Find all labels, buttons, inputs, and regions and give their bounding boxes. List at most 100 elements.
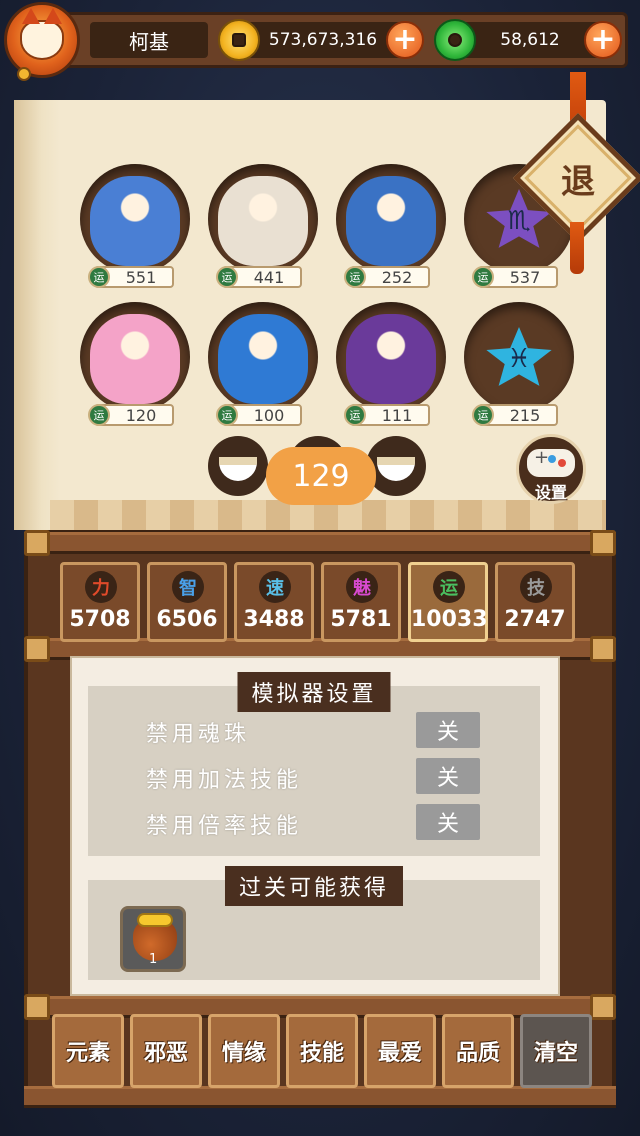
- stat-value: 3488: [243, 607, 305, 632]
- filter-button[interactable]: 情缘: [208, 1014, 280, 1088]
- simulator-settings-section: 模拟器设置 禁用魂珠 关 禁用加法技能 关 禁用倍率技能 关: [88, 672, 540, 856]
- character-portrait: [90, 176, 180, 266]
- luck-badge: 运 537: [472, 266, 558, 288]
- disable-soul-orb-toggle[interactable]: 关: [416, 712, 480, 748]
- gold-coin-icon: [218, 19, 260, 61]
- character-slot[interactable]: 运 252: [332, 164, 450, 294]
- fox-mask-icon: [20, 8, 64, 60]
- stat-tab[interactable]: 运 10033: [408, 562, 488, 642]
- brass-corner: [24, 636, 50, 662]
- luck-icon: 运: [344, 266, 366, 288]
- luck-value: 551: [125, 267, 157, 287]
- filter-button[interactable]: 最爱: [364, 1014, 436, 1088]
- cabinet-trim: [24, 532, 616, 554]
- character-slot[interactable]: ♓ 运 215: [460, 302, 578, 432]
- luck-badge: 运 252: [344, 266, 430, 288]
- option-label: 禁用倍率技能: [146, 814, 303, 839]
- simulator-title: 模拟器设置: [237, 672, 391, 712]
- character-portrait: [90, 314, 180, 404]
- simulator-panel: 模拟器设置 禁用魂珠 关 禁用加法技能 关 禁用倍率技能 关 过关可能获得 1: [70, 656, 560, 996]
- player-name: 柯基: [90, 22, 208, 58]
- gold-coins-icon: [137, 913, 173, 927]
- reward-count: 1: [149, 952, 158, 967]
- settings-button[interactable]: 设置: [516, 434, 586, 504]
- filter-button[interactable]: 品质: [442, 1014, 514, 1088]
- luck-icon: 运: [472, 266, 494, 288]
- add-gold-button[interactable]: +: [386, 21, 424, 59]
- player-avatar[interactable]: [4, 2, 80, 81]
- rice-bowl-icon[interactable]: [208, 436, 268, 496]
- stat-value: 10033: [411, 607, 488, 632]
- filter-button[interactable]: 技能: [286, 1014, 358, 1088]
- gamepad-icon: [527, 447, 575, 477]
- filter-button[interactable]: 邪恶: [130, 1014, 202, 1088]
- disable-multiplier-skill-toggle[interactable]: 关: [416, 804, 480, 840]
- luck-badge: 运 100: [216, 404, 302, 426]
- luck-badge: 运 215: [472, 404, 558, 426]
- luck-icon: 运: [344, 404, 366, 426]
- character-slot[interactable]: 运 551: [76, 164, 194, 294]
- stat-value: 2747: [504, 607, 566, 632]
- character-slot[interactable]: 运 120: [76, 302, 194, 432]
- stat-icon: 技: [520, 571, 552, 603]
- food-counter: 129: [266, 447, 376, 505]
- bell-icon: [17, 67, 31, 81]
- stat-icon: 智: [172, 571, 204, 603]
- clear-button[interactable]: 清空: [520, 1014, 592, 1088]
- jade-amount: 58,612: [500, 30, 560, 50]
- option-label: 禁用魂珠: [146, 722, 251, 747]
- luck-badge: 运 551: [88, 266, 174, 288]
- character-portrait: [346, 176, 436, 266]
- gold-amount: 573,673,316: [268, 30, 378, 50]
- stat-icon: 运: [433, 571, 465, 603]
- filter-button[interactable]: 元素: [52, 1014, 124, 1088]
- character-slot[interactable]: 运 111: [332, 302, 450, 432]
- gold-currency: 573,673,316 +: [218, 19, 424, 61]
- exit-label[interactable]: 退: [532, 132, 624, 224]
- cabinet-trim: [24, 1086, 616, 1108]
- brass-corner: [24, 994, 50, 1020]
- jade-currency: 58,612 +: [434, 19, 622, 61]
- stat-tab[interactable]: 魅 5781: [321, 562, 401, 642]
- brass-corner: [24, 530, 50, 556]
- stat-tab[interactable]: 速 3488: [234, 562, 314, 642]
- reward-item[interactable]: 1: [120, 906, 186, 972]
- luck-value: 441: [253, 267, 285, 287]
- stat-tab[interactable]: 力 5708: [60, 562, 140, 642]
- brass-corner: [590, 636, 616, 662]
- jade-coin-icon: [434, 19, 476, 61]
- luck-value: 100: [253, 405, 285, 425]
- luck-value: 215: [509, 405, 541, 425]
- character-portrait: [218, 176, 308, 266]
- stat-value: 5708: [69, 607, 131, 632]
- luck-value: 120: [125, 405, 157, 425]
- stat-tab[interactable]: 智 6506: [147, 562, 227, 642]
- stat-value: 6506: [156, 607, 218, 632]
- stat-row: 力 5708 智 6506 速 3488 魅 5781 运 10033 技 2747: [60, 562, 580, 642]
- rice-bowl-icon[interactable]: [366, 436, 426, 496]
- exit-tassel-tail: [570, 222, 584, 274]
- character-slot[interactable]: 运 100: [204, 302, 322, 432]
- stat-value: 5781: [330, 607, 392, 632]
- disable-additive-skill-toggle[interactable]: 关: [416, 758, 480, 794]
- luck-icon: 运: [472, 404, 494, 426]
- stat-tab[interactable]: 技 2747: [495, 562, 575, 642]
- luck-icon: 运: [216, 266, 238, 288]
- filter-bar: 元素 邪恶 情缘 技能 最爱 品质 清空: [52, 1014, 592, 1088]
- luck-value: 252: [381, 267, 413, 287]
- luck-badge: 运 120: [88, 404, 174, 426]
- character-portrait: [218, 314, 308, 404]
- brass-corner: [590, 994, 616, 1020]
- option-row: 禁用加法技能 关: [146, 758, 526, 794]
- luck-icon: 运: [88, 404, 110, 426]
- character-slot[interactable]: 运 441: [204, 164, 322, 294]
- option-row: 禁用倍率技能 关: [146, 804, 526, 840]
- stat-icon: 魅: [346, 571, 378, 603]
- settings-label: 设置: [534, 483, 567, 502]
- rewards-section: 过关可能获得 1: [88, 866, 540, 980]
- luck-badge: 运 441: [216, 266, 302, 288]
- luck-badge: 运 111: [344, 404, 430, 426]
- add-jade-button[interactable]: +: [584, 21, 622, 59]
- luck-icon: 运: [216, 404, 238, 426]
- character-portrait: [346, 314, 436, 404]
